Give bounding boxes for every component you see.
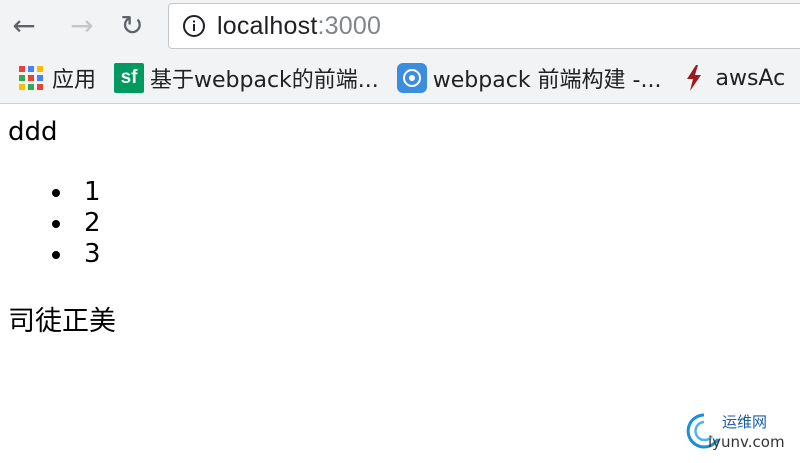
bookmark-label: 应用 [52, 68, 97, 93]
bullet-icon [52, 219, 60, 228]
apps-grid-icon [16, 63, 46, 93]
sf-icon: sf [114, 63, 145, 93]
list-item: 2 [52, 208, 101, 239]
back-arrow-icon[interactable]: ← [6, 8, 42, 44]
list-item-text: 1 [84, 177, 101, 207]
browser-chrome: ← → ↻ localhost:3000 应用 sf 基于webpack的前端.… [0, 0, 800, 104]
watermark: 运维网 iyunv.com [684, 407, 794, 457]
address-bar[interactable]: localhost:3000 [168, 3, 800, 49]
navigation-bar: ← → ↻ localhost:3000 [0, 0, 800, 54]
url-text[interactable]: localhost:3000 [217, 12, 381, 41]
list-item: 3 [52, 239, 101, 270]
bookmark-webpack-build[interactable]: webpack 前端构建 -... [396, 58, 662, 98]
bookmark-apps[interactable]: 应用 [16, 58, 96, 98]
bookmarks-bar: 应用 sf 基于webpack的前端... webpack 前端构建 -... … [0, 56, 800, 100]
bookmark-label: awsAc [715, 65, 786, 91]
page-content: ddd 1 2 3 司徒正美 运维网 iyunv.com [0, 105, 800, 463]
bullet-icon [52, 250, 60, 259]
url-port: :3000 [317, 11, 382, 40]
webpack-icon [396, 63, 427, 93]
reload-icon[interactable]: ↻ [114, 8, 150, 44]
url-host: localhost [217, 11, 318, 40]
bookmark-aws[interactable]: awsAc [679, 58, 785, 98]
bullet-icon [52, 188, 60, 197]
list-item: 1 [52, 177, 101, 208]
page-heading: ddd [8, 117, 58, 147]
forward-arrow-icon[interactable]: → [64, 8, 100, 44]
bookmark-sf-webpack[interactable]: sf 基于webpack的前端... [114, 58, 379, 98]
lightning-icon [679, 63, 709, 93]
info-icon[interactable] [181, 13, 207, 39]
list-item-text: 3 [84, 239, 101, 269]
page-name-text: 司徒正美 [8, 306, 116, 337]
watermark-cn-text: 运维网 [722, 413, 768, 431]
item-list: 1 2 3 [52, 177, 101, 270]
bookmark-label: webpack 前端构建 -... [432, 68, 662, 93]
watermark-en-text: iyunv.com [708, 433, 785, 451]
bookmark-label: 基于webpack的前端... [150, 68, 379, 93]
list-item-text: 2 [84, 208, 101, 238]
